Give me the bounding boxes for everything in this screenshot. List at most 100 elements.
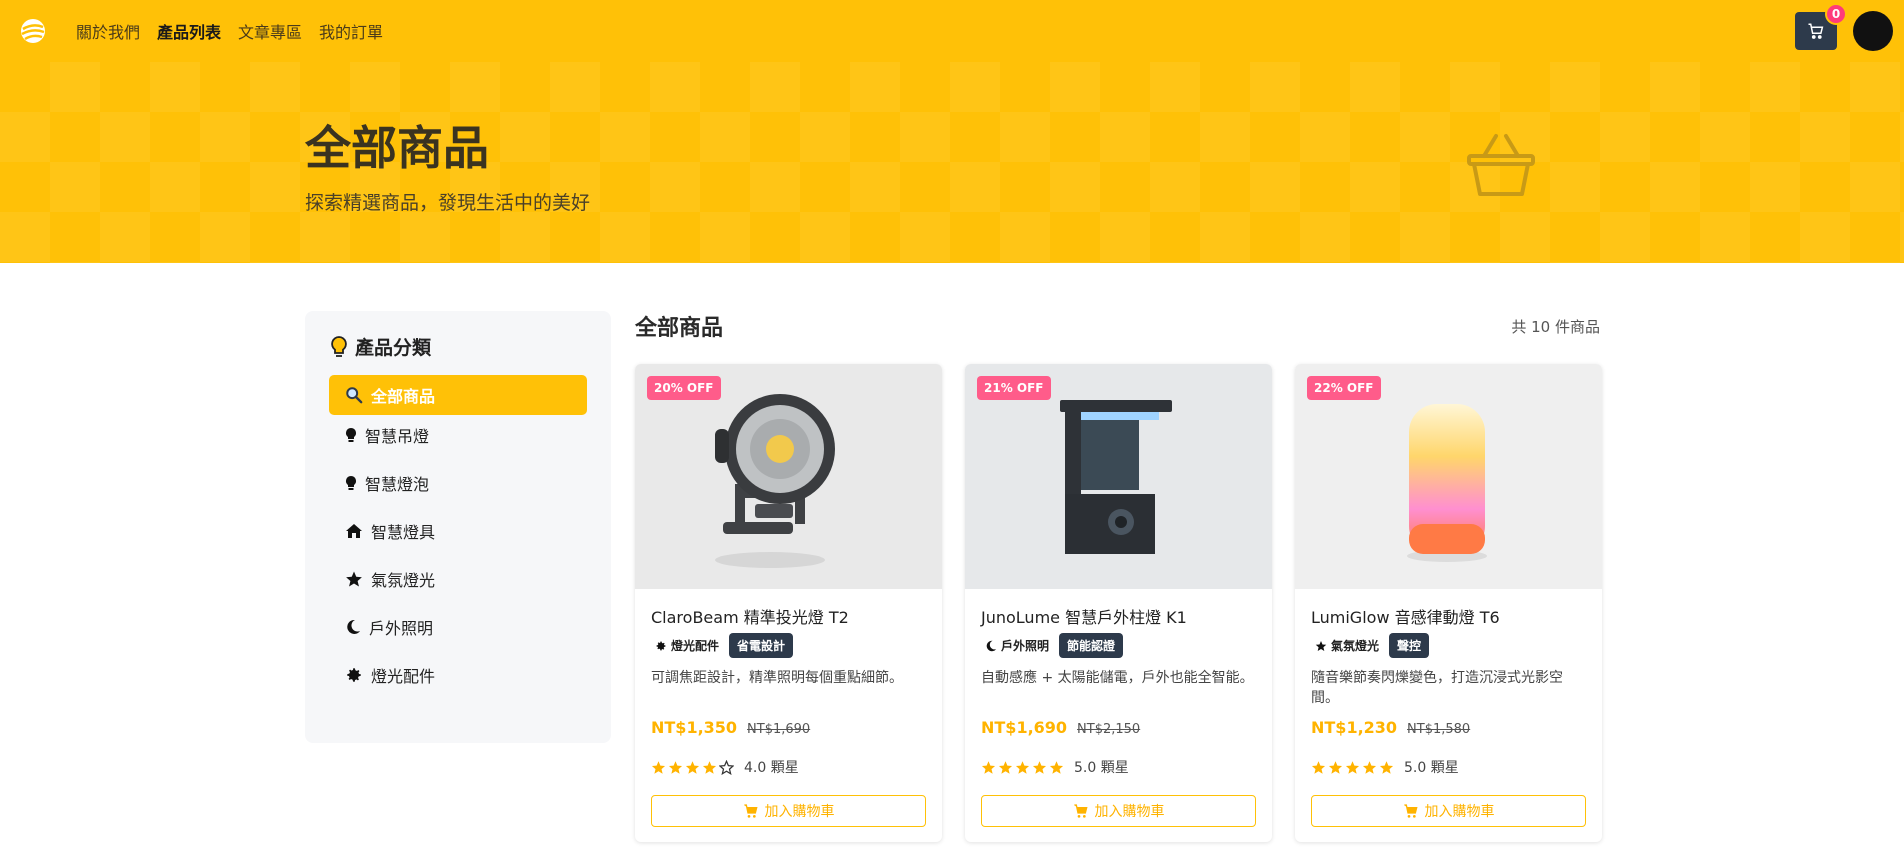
- feature-tag: 聲控: [1389, 633, 1430, 658]
- bulb-icon: [346, 476, 356, 490]
- product-card[interactable]: 20% OFF ClaroBeam 精準投光燈 T2 燈光配件 省電設計 可調焦…: [635, 364, 942, 842]
- rating-text: 5.0 顆星: [1404, 760, 1459, 776]
- content-title: 全部商品: [635, 316, 724, 341]
- sidebar-item-all[interactable]: 全部商品: [329, 375, 587, 415]
- sidebar-title: 產品分類: [329, 333, 431, 360]
- price-row: NT$1,350 NT$1,690: [651, 718, 810, 737]
- star-filled-icon: [1032, 760, 1047, 774]
- star-filled-icon: [981, 760, 996, 774]
- sidebar-item-outdoor[interactable]: 戶外照明: [329, 607, 587, 647]
- nav-link-articles[interactable]: 文章專區: [238, 19, 302, 43]
- gear-icon: [656, 641, 666, 650]
- add-to-cart-label: 加入購物車: [1424, 804, 1495, 820]
- product-card[interactable]: 22% OFF LumiGlow 音感律動燈 T6 氣氛燈光 聲控 隨音樂節奏閃…: [1295, 364, 1602, 842]
- feature-tag: 節能認證: [1059, 633, 1124, 658]
- product-count: 共 10 件商品: [1511, 318, 1600, 336]
- price-row: NT$1,230 NT$1,580: [1311, 718, 1470, 737]
- rating-row: 5.0 顆星: [981, 757, 1129, 777]
- product-card[interactable]: 21% OFF JunoLume 智慧戶外柱燈 K1 戶外照明 節能認證 自動感…: [965, 364, 1272, 842]
- sidebar-item-ambient[interactable]: 氣氛燈光: [329, 559, 587, 599]
- product-name[interactable]: ClaroBeam 精準投光燈 T2: [651, 604, 849, 628]
- sidebar-item-fixture[interactable]: 智慧燈具: [329, 511, 587, 551]
- star-filled-icon: [702, 760, 717, 774]
- category-sidebar: 產品分類 全部商品 智慧吊燈 智慧燈泡 智慧燈具 氣氛燈光 戶外照明 燈光配件: [305, 311, 611, 743]
- cart-icon: [743, 804, 758, 818]
- nav-link-orders[interactable]: 我的訂單: [319, 19, 383, 43]
- discount-badge: 20% OFF: [647, 376, 721, 400]
- product-description: 可調焦距設計，精準照明每個重點細節。: [651, 670, 903, 686]
- category-label: 戶外照明: [1001, 639, 1050, 653]
- star-filled-icon: [651, 760, 666, 774]
- sidebar-item-pendant[interactable]: 智慧吊燈: [329, 415, 587, 455]
- original-price: NT$1,690: [747, 722, 811, 737]
- sidebar-item-bulb[interactable]: 智慧燈泡: [329, 463, 587, 503]
- star-empty-icon: [719, 759, 734, 775]
- product-image[interactable]: 21% OFF: [965, 364, 1272, 589]
- star-filled-icon: [998, 760, 1013, 774]
- cart-icon: [1808, 23, 1824, 39]
- star-filled-icon: [685, 760, 700, 774]
- rating-row: 4.0 顆星: [651, 757, 799, 777]
- star-filled-icon: [668, 760, 683, 774]
- star-filled-icon: [1311, 760, 1326, 774]
- sidebar-item-label: 戶外照明: [369, 619, 434, 638]
- search-icon: [346, 387, 363, 404]
- sidebar-item-label: 燈光配件: [371, 667, 436, 686]
- star-filled-icon: [1345, 760, 1360, 774]
- product-meta: 戶外照明 節能認證: [981, 633, 1124, 658]
- brand-logo-icon[interactable]: [20, 18, 46, 44]
- price-row: NT$1,690 NT$2,150: [981, 718, 1140, 737]
- sale-price: NT$1,230: [1311, 718, 1398, 737]
- sidebar-item-label: 氣氛燈光: [371, 571, 436, 590]
- star-filled-icon: [1379, 760, 1394, 774]
- feature-tag: 省電設計: [729, 633, 794, 658]
- add-to-cart-label: 加入購物車: [764, 804, 835, 820]
- sidebar-item-accessory[interactable]: 燈光配件: [329, 655, 587, 695]
- gear-icon: [347, 668, 361, 682]
- cart-icon: [1403, 804, 1418, 818]
- product-image[interactable]: 22% OFF: [1295, 364, 1602, 589]
- sidebar-item-label: 智慧吊燈: [365, 427, 430, 446]
- add-to-cart-button[interactable]: 加入購物車: [1311, 795, 1586, 827]
- star-filled-icon: [1362, 760, 1377, 774]
- product-name[interactable]: JunoLume 智慧戶外柱燈 K1: [981, 604, 1187, 628]
- category-label: 燈光配件: [671, 639, 720, 653]
- add-to-cart-button[interactable]: 加入購物車: [651, 795, 926, 827]
- user-avatar[interactable]: [1853, 11, 1893, 51]
- nav-link-products[interactable]: 產品列表: [157, 19, 221, 43]
- rating-text: 4.0 顆星: [744, 760, 799, 776]
- lightbulb-icon: [331, 335, 347, 357]
- add-to-cart-label: 加入購物車: [1094, 804, 1165, 820]
- category-label: 氣氛燈光: [1331, 639, 1380, 653]
- bulb-icon: [346, 428, 356, 442]
- sidebar-item-label: 智慧燈具: [371, 523, 436, 542]
- rating-row: 5.0 顆星: [1311, 757, 1459, 777]
- add-to-cart-button[interactable]: 加入購物車: [981, 795, 1256, 827]
- original-price: NT$2,150: [1077, 722, 1141, 737]
- category-chip: 氣氛燈光: [1311, 634, 1383, 657]
- category-chip: 戶外照明: [981, 634, 1053, 657]
- cart-count-badge: 0: [1825, 3, 1847, 25]
- sidebar-item-label: 智慧燈泡: [365, 475, 430, 494]
- hero-subtitle: 探索精選商品，發現生活中的美好: [305, 192, 591, 214]
- hero-title: 全部商品: [305, 121, 489, 175]
- rating-text: 5.0 顆星: [1074, 760, 1129, 776]
- basket-icon: [1467, 134, 1535, 196]
- nav-link-about[interactable]: 關於我們: [76, 19, 140, 43]
- product-name[interactable]: LumiGlow 音感律動燈 T6: [1311, 604, 1500, 628]
- category-chip: 燈光配件: [651, 634, 723, 657]
- moon-icon: [347, 619, 360, 634]
- moon-icon: [986, 640, 997, 651]
- product-image[interactable]: 20% OFF: [635, 364, 942, 589]
- sale-price: NT$1,350: [651, 718, 738, 737]
- hero-banner: 全部商品 探索精選商品，發現生活中的美好: [0, 62, 1904, 263]
- product-meta: 氣氛燈光 聲控: [1311, 633, 1430, 658]
- star-filled-icon: [1328, 760, 1343, 774]
- sidebar-item-label: 全部商品: [371, 387, 436, 406]
- top-navbar: 關於我們 產品列表 文章專區 我的訂單 0: [0, 0, 1904, 62]
- star-filled-icon: [1015, 760, 1030, 774]
- cart-icon: [1073, 804, 1088, 818]
- original-price: NT$1,580: [1407, 722, 1471, 737]
- product-description: 自動感應 + 太陽能儲電，戶外也能全智能。: [981, 670, 1254, 686]
- product-description: 隨音樂節奏閃爍變色，打造沉浸式光影空間。: [1311, 670, 1563, 706]
